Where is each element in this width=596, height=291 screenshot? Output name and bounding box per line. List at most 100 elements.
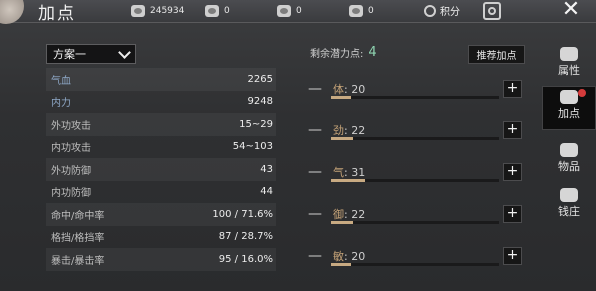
tab-label: 物品 (558, 160, 580, 173)
currency-c-amount: 0 (368, 6, 374, 16)
attribute-row-yu: — 御: 22 + (308, 205, 528, 229)
attribute-row-jin: — 劲: 22 + (308, 121, 528, 145)
stat-label: 暴击/暴击率 (51, 255, 105, 267)
decrease-button[interactable]: — (308, 249, 322, 263)
stat-label: 内力 (51, 98, 71, 110)
attribute-bar-fill (331, 221, 353, 224)
stat-label: 内功攻击 (51, 143, 91, 155)
stat-row: 气血 2265 (46, 68, 276, 91)
sliders-icon (560, 90, 578, 104)
tab-label: 钱庄 (558, 205, 580, 218)
attribute-label: 敏: 20 (333, 248, 365, 264)
moon-decoration (0, 0, 24, 24)
attribute-bar-fill (331, 179, 365, 182)
tab-attributes[interactable]: 属性 (542, 44, 596, 88)
score-button[interactable]: 积分 (424, 3, 460, 18)
attribute-label: 体: 20 (333, 81, 365, 97)
increase-button[interactable]: + (503, 80, 522, 98)
tab-add-points[interactable]: 加点 (542, 86, 596, 130)
stat-value: 2265 (247, 73, 273, 85)
stat-value: 44 (260, 186, 273, 198)
tab-items[interactable]: 物品 (542, 140, 596, 184)
close-icon[interactable]: ✕ (560, 0, 582, 22)
increase-button[interactable]: + (503, 121, 522, 139)
attribute-bar (331, 179, 499, 182)
attribute-row-ti: — 体: 20 + (308, 80, 528, 104)
remaining-points-label: 剩余潜力点: (310, 49, 364, 60)
attribute-name: 敏 (333, 250, 344, 263)
stat-value: 54~103 (232, 141, 273, 153)
stat-row: 命中/命中率 100 / 71.6% (46, 203, 276, 226)
gold-coin-icon (131, 5, 145, 17)
currency-c: 0 (349, 3, 374, 19)
attribute-value: 22 (351, 124, 366, 137)
attribute-bar (331, 137, 499, 140)
stat-row: 内功防御 44 (46, 181, 276, 204)
stat-value: 43 (260, 163, 273, 175)
attribute-bar (331, 263, 499, 266)
attribute-value: 31 (351, 166, 366, 179)
attribute-row-min: — 敏: 20 + (308, 247, 528, 271)
stat-value: 15~29 (239, 118, 273, 130)
page-title: 加点 (38, 4, 76, 24)
currency-a-amount: 0 (224, 6, 230, 16)
stat-row: 暴击/暴击率 95 / 16.0% (46, 248, 276, 271)
ingot-icon (205, 5, 219, 17)
stat-value: 100 / 71.6% (212, 208, 273, 220)
currency-b: 0 (277, 3, 302, 19)
increase-button[interactable]: + (503, 205, 522, 223)
score-label: 积分 (440, 7, 460, 18)
currency-gold: 245934 (131, 3, 184, 19)
sidebar: 属性 加点 物品 钱庄 (542, 44, 596, 291)
recommend-button[interactable]: 推荐加点 (468, 45, 525, 64)
currency-b-amount: 0 (296, 6, 302, 16)
stat-row: 内力 9248 (46, 91, 276, 114)
top-bar: 加点 245934 0 0 0 积分 ✕ (0, 0, 596, 24)
stat-label: 气血 (51, 75, 71, 87)
attribute-bar-fill (331, 137, 353, 140)
tab-bank[interactable]: 钱庄 (542, 185, 596, 229)
plan-select-value: 方案一 (53, 48, 86, 61)
attribute-label: 劲: 22 (333, 122, 365, 138)
settings-icon[interactable] (483, 2, 501, 20)
chevron-down-icon (118, 45, 131, 59)
stat-label: 格挡/格挡率 (51, 233, 105, 245)
stats-list: 气血 2265 内力 9248 外功攻击 15~29 内功攻击 54~103 外… (46, 68, 276, 271)
stat-row: 内功攻击 54~103 (46, 136, 276, 159)
stat-label: 外功攻击 (51, 120, 91, 132)
decrease-button[interactable]: — (308, 207, 322, 221)
plan-dropdown[interactable]: 方案一 (46, 44, 136, 64)
silver-icon (349, 5, 363, 17)
attribute-label: 御: 22 (333, 206, 365, 222)
notification-badge (578, 89, 586, 97)
gold-amount: 245934 (150, 6, 185, 16)
stat-row: 格挡/格挡率 87 / 28.7% (46, 226, 276, 249)
score-icon (424, 4, 436, 17)
attribute-bar (331, 96, 499, 99)
attribute-value: 20 (351, 83, 366, 96)
increase-button[interactable]: + (503, 247, 522, 265)
remaining-points: 剩余潜力点: 4 (310, 45, 377, 60)
attribute-bar-fill (331, 263, 352, 266)
attribute-name: 体 (333, 83, 344, 96)
attribute-value: 22 (351, 208, 366, 221)
attribute-bar-fill (331, 96, 352, 99)
attribute-name: 劲 (333, 124, 344, 137)
bag-icon (560, 143, 578, 157)
stat-label: 内功防御 (51, 188, 91, 200)
decrease-button[interactable]: — (308, 165, 322, 179)
currency-a: 0 (205, 3, 230, 19)
stat-label: 外功防御 (51, 165, 91, 177)
attribute-value: 20 (351, 250, 366, 263)
hat-icon (560, 47, 578, 61)
stat-label: 命中/命中率 (51, 210, 105, 222)
stat-value: 95 / 16.0% (218, 253, 273, 265)
decrease-button[interactable]: — (308, 82, 322, 96)
decrease-button[interactable]: — (308, 123, 322, 137)
attribute-bar (331, 221, 499, 224)
increase-button[interactable]: + (503, 163, 522, 181)
token-icon (277, 5, 291, 17)
remaining-points-value: 4 (368, 45, 377, 60)
attribute-row-qi: — 气: 31 + (308, 163, 528, 187)
coins-icon (560, 188, 578, 202)
